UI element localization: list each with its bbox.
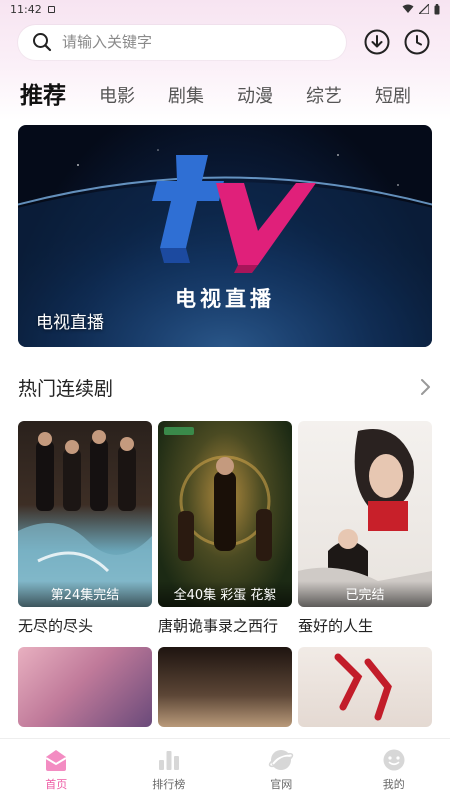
smiley-icon xyxy=(383,749,405,770)
poster-figures xyxy=(298,429,432,607)
tab-movies[interactable]: 电影 xyxy=(99,82,135,114)
series-title: 唐朝诡事录之西行 xyxy=(158,617,279,635)
download-button[interactable] xyxy=(362,27,392,57)
live-tv-banner[interactable]: 电视直播 电视直播 xyxy=(18,125,432,347)
search-row xyxy=(18,24,438,60)
nav-home[interactable]: 首页 xyxy=(11,748,101,792)
series-card[interactable]: 第24集完结 无尽的尽头 xyxy=(18,421,152,637)
nav-official-site[interactable]: 官网 xyxy=(236,748,326,792)
tab-series[interactable]: 剧集 xyxy=(168,82,204,114)
battery-icon xyxy=(434,3,440,14)
tab-anime[interactable]: 动漫 xyxy=(237,82,273,114)
status-left: 11:42 xyxy=(10,3,55,16)
home-icon xyxy=(45,749,67,771)
tab-recommend[interactable]: 推荐 xyxy=(20,76,66,114)
search-icon xyxy=(33,33,52,52)
nav-mine[interactable]: 我的 xyxy=(349,748,439,792)
poster-figures xyxy=(164,427,272,561)
search-input[interactable] xyxy=(62,33,322,51)
poster-figures xyxy=(18,430,152,607)
series-title: 蚕好的人生 xyxy=(298,617,374,635)
clock-icon xyxy=(404,29,430,55)
poster-3[interactable]: 已完结 xyxy=(298,421,432,607)
series-card[interactable] xyxy=(18,647,152,727)
nav-label: 官网 xyxy=(270,777,293,791)
globe-icon xyxy=(269,749,294,770)
series-card[interactable] xyxy=(158,647,292,727)
bottom-nav: 首页 排行榜 官网 我的 xyxy=(0,738,450,800)
tab-short-drama[interactable]: 短剧 xyxy=(375,82,411,114)
status-right xyxy=(402,3,440,15)
nav-label: 首页 xyxy=(45,777,68,791)
history-button[interactable] xyxy=(402,27,432,57)
tv-logo xyxy=(152,155,316,273)
section-title: 热门连续剧 xyxy=(18,377,114,400)
nav-label: 我的 xyxy=(382,777,405,791)
poster-badge: 第24集完结 xyxy=(18,581,152,607)
series-card[interactable]: 已完结 蚕好的人生 xyxy=(298,421,432,637)
poster-5[interactable] xyxy=(158,647,292,727)
poster-badge: 已完结 xyxy=(298,581,432,607)
status-bar: 11:42 xyxy=(0,0,450,18)
poster-figures xyxy=(334,653,392,721)
series-grid: 第24集完结 无尽的尽头 全40集 彩蛋 花絮 唐朝诡事录之西行 已完结 蚕好的… xyxy=(18,421,432,727)
wifi-icon xyxy=(402,4,414,13)
chart-icon xyxy=(158,750,179,770)
notification-icon xyxy=(47,5,55,13)
banner-caption: 电视直播 xyxy=(36,313,104,333)
series-title: 无尽的尽头 xyxy=(18,617,94,635)
signal-icon xyxy=(419,4,429,14)
poster-4[interactable] xyxy=(18,647,152,727)
download-icon xyxy=(364,29,390,55)
series-card[interactable]: 全40集 彩蛋 花絮 唐朝诡事录之西行 xyxy=(158,421,292,637)
hot-series-header[interactable]: 热门连续剧 xyxy=(18,372,432,402)
series-card[interactable] xyxy=(298,647,432,727)
poster-6[interactable] xyxy=(298,647,432,727)
poster-1[interactable]: 第24集完结 xyxy=(18,421,152,607)
category-tabs: 推荐 电影 剧集 动漫 综艺 短剧 xyxy=(20,74,450,114)
search-bar[interactable] xyxy=(18,24,346,60)
tab-variety[interactable]: 综艺 xyxy=(306,82,342,114)
nav-label: 排行榜 xyxy=(152,777,186,791)
poster-2[interactable]: 全40集 彩蛋 花絮 xyxy=(158,421,292,607)
nav-ranking[interactable]: 排行榜 xyxy=(124,748,214,792)
poster-badge: 全40集 彩蛋 花絮 xyxy=(158,581,292,607)
status-time: 11:42 xyxy=(10,2,42,16)
chevron-right-icon[interactable] xyxy=(418,377,432,397)
